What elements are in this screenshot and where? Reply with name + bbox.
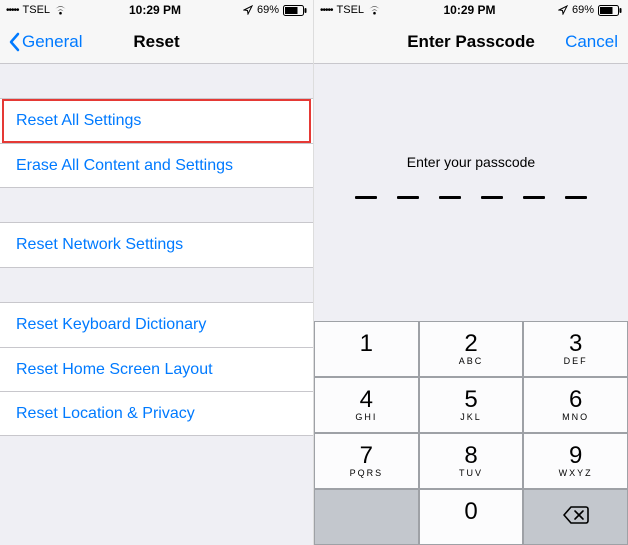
battery-icon	[598, 5, 622, 16]
keypad-key-number: 3	[569, 332, 582, 356]
passcode-dash	[397, 196, 419, 199]
keypad-key-letters: MNO	[562, 413, 589, 423]
settings-group: Reset Keyboard DictionaryReset Home Scre…	[0, 302, 313, 436]
passcode-prompt: Enter your passcode	[314, 154, 628, 170]
screen-reset: ••••• TSEL 10:29 PM 69% General Reset Re…	[0, 0, 314, 545]
status-left: ••••• TSEL	[6, 4, 67, 16]
keypad-key-letters: TUV	[459, 469, 483, 479]
keypad-key-letters: GHI	[355, 413, 377, 423]
battery-pct-label: 69%	[257, 4, 279, 16]
passcode-dash	[439, 196, 461, 199]
passcode-dash	[481, 196, 503, 199]
keypad-key-0[interactable]: 0	[419, 489, 524, 545]
passcode-dash	[523, 196, 545, 199]
keypad-key-number: 4	[360, 388, 373, 412]
keypad-key-letters: ABC	[459, 357, 484, 367]
keypad-key-number: 2	[464, 332, 477, 356]
keypad-key-8[interactable]: 8TUV	[419, 433, 524, 489]
cancel-button[interactable]: Cancel	[565, 32, 618, 52]
location-icon	[558, 5, 568, 15]
backspace-icon	[562, 505, 590, 530]
keypad-key-letters: DEF	[564, 357, 588, 367]
signal-dots-icon: •••••	[6, 5, 19, 16]
screen-passcode: ••••• TSEL 10:29 PM 69% Enter Passcode C…	[314, 0, 628, 545]
status-time: 10:29 PM	[129, 3, 181, 17]
passcode-area: Enter your passcode	[314, 64, 628, 199]
keypad-key-number: 8	[464, 444, 477, 468]
status-right: 69%	[243, 4, 307, 16]
status-time: 10:29 PM	[443, 3, 495, 17]
chevron-left-icon	[8, 32, 20, 52]
keypad-key-1[interactable]: 1	[314, 321, 419, 377]
keypad-key-number: 1	[360, 332, 373, 356]
keypad-key-5[interactable]: 5JKL	[419, 377, 524, 433]
reset-list: Reset All SettingsErase All Content and …	[0, 98, 313, 436]
keypad-key-letters: JKL	[460, 413, 482, 423]
keypad-key-number: 0	[464, 500, 477, 524]
settings-row[interactable]: Reset All Settings	[0, 99, 313, 143]
keypad-key-6[interactable]: 6MNO	[523, 377, 628, 433]
battery-icon	[283, 5, 307, 16]
keypad-key-letters: WXYZ	[559, 469, 593, 479]
keypad-key-number: 7	[360, 444, 373, 468]
status-bar: ••••• TSEL 10:29 PM 69%	[0, 0, 313, 20]
keypad-key-7[interactable]: 7PQRS	[314, 433, 419, 489]
status-right: 69%	[558, 4, 622, 16]
settings-row[interactable]: Erase All Content and Settings	[0, 143, 313, 187]
settings-row[interactable]: Reset Home Screen Layout	[0, 347, 313, 391]
keypad-key-3[interactable]: 3DEF	[523, 321, 628, 377]
carrier-label: TSEL	[23, 4, 51, 16]
keypad-key-2[interactable]: 2ABC	[419, 321, 524, 377]
location-icon	[243, 5, 253, 15]
keypad-key-number: 5	[464, 388, 477, 412]
keypad-key-letters: PQRS	[350, 469, 384, 479]
passcode-dashes	[314, 196, 628, 199]
keypad: 12ABC3DEF4GHI5JKL6MNO7PQRS8TUV9WXYZ0	[314, 321, 628, 545]
keypad-key-9[interactable]: 9WXYZ	[523, 433, 628, 489]
wifi-icon	[368, 5, 381, 15]
settings-group: Reset All SettingsErase All Content and …	[0, 98, 313, 188]
settings-row[interactable]: Reset Keyboard Dictionary	[0, 303, 313, 347]
nav-bar: Enter Passcode Cancel	[314, 20, 628, 64]
keypad-key-number: 6	[569, 388, 582, 412]
back-label: General	[22, 32, 82, 52]
settings-row[interactable]: Reset Location & Privacy	[0, 391, 313, 435]
status-left: ••••• TSEL	[320, 4, 381, 16]
settings-row[interactable]: Reset Network Settings	[0, 223, 313, 267]
keypad-blank	[314, 489, 419, 545]
keypad-key-number: 9	[569, 444, 582, 468]
battery-pct-label: 69%	[572, 4, 594, 16]
status-bar: ••••• TSEL 10:29 PM 69%	[314, 0, 628, 20]
signal-dots-icon: •••••	[320, 5, 333, 16]
passcode-dash	[565, 196, 587, 199]
passcode-dash	[355, 196, 377, 199]
carrier-label: TSEL	[337, 4, 365, 16]
back-button[interactable]: General	[8, 32, 82, 52]
keypad-key-4[interactable]: 4GHI	[314, 377, 419, 433]
settings-group: Reset Network Settings	[0, 222, 313, 268]
keypad-delete[interactable]	[523, 489, 628, 545]
nav-bar: General Reset	[0, 20, 313, 64]
wifi-icon	[54, 5, 67, 15]
